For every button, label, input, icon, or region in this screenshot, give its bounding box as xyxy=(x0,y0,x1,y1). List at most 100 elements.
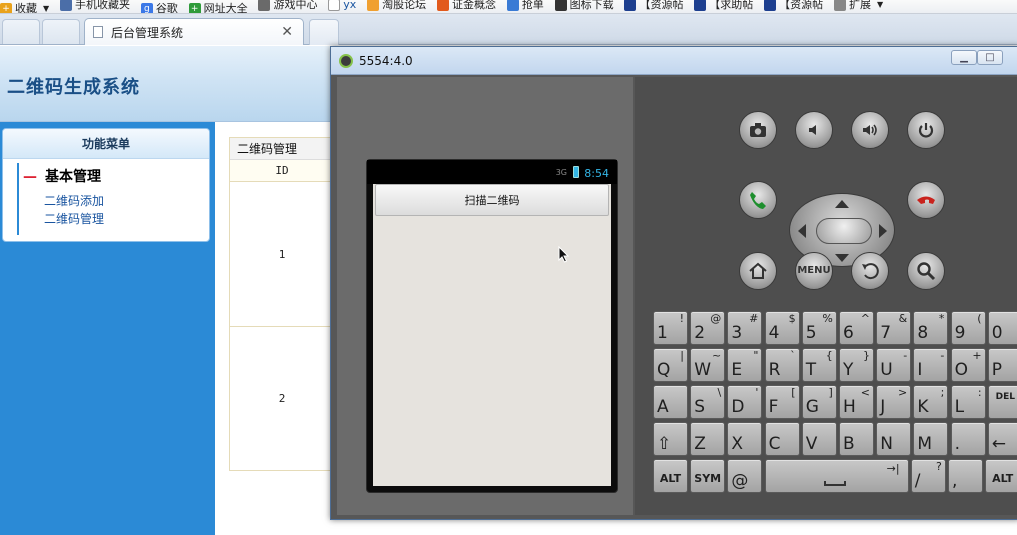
volume-down-button[interactable] xyxy=(795,111,833,149)
bookmark-item[interactable]: g 谷歌 xyxy=(140,2,178,13)
sidebar-item-add-qrcode[interactable]: 二维码添加 xyxy=(44,192,104,209)
key-g[interactable]: G] xyxy=(801,385,837,419)
key-t[interactable]: T{ xyxy=(801,348,837,382)
camera-button[interactable] xyxy=(739,111,777,149)
key-slash[interactable]: /? xyxy=(910,459,946,493)
key-del[interactable]: DEL xyxy=(987,385,1017,419)
key-period[interactable]: . xyxy=(950,422,986,456)
menu-button[interactable]: MENU xyxy=(795,252,833,290)
call-button[interactable] xyxy=(739,181,777,219)
key-sublabel: @ xyxy=(710,312,722,325)
key-3[interactable]: 3 # xyxy=(727,311,763,345)
key-k[interactable]: K; xyxy=(913,385,949,419)
key-h[interactable]: H < xyxy=(839,385,874,419)
key-f[interactable]: F[ xyxy=(764,385,800,419)
key-space[interactable]: →| xyxy=(764,459,909,493)
bookmark-item[interactable]: 淘股论坛 xyxy=(367,0,426,12)
key-z[interactable]: Z xyxy=(690,422,726,456)
key-y[interactable]: Y} xyxy=(839,348,874,382)
key-p[interactable]: P xyxy=(987,348,1017,382)
key-label: M xyxy=(917,434,933,454)
bookmark-item[interactable]: 【资源帖 xyxy=(764,0,823,12)
key-x[interactable]: X xyxy=(727,422,763,456)
key-0[interactable]: 0 xyxy=(987,311,1017,345)
key-q[interactable]: Q | xyxy=(653,348,688,382)
bookmark-item[interactable]: 扩展 ▼ xyxy=(833,0,883,12)
key-comma[interactable]: , xyxy=(948,459,983,493)
bookmark-item[interactable]: 【求助帖 xyxy=(694,0,753,12)
key-c[interactable]: C xyxy=(764,422,800,456)
bookmark-item[interactable]: yx xyxy=(328,0,356,12)
key-alt[interactable]: ALT xyxy=(985,459,1017,493)
mobile-icon[interactable] xyxy=(42,19,80,44)
arrow-up-icon[interactable] xyxy=(835,200,849,208)
key-7[interactable]: 7 & xyxy=(876,311,912,345)
key-v[interactable]: V xyxy=(801,422,837,456)
key-shift[interactable]: ⇧ xyxy=(653,422,688,456)
key-8[interactable]: 8 * xyxy=(913,311,949,345)
key-sublabel: & xyxy=(898,312,908,325)
key-label: G xyxy=(805,397,819,417)
key-at[interactable]: @ xyxy=(727,459,763,493)
bookmark-item[interactable]: 【资源帖 xyxy=(624,0,683,12)
camera-icon xyxy=(750,123,766,137)
table-row[interactable]: 2 xyxy=(230,327,334,471)
key-alt[interactable]: ALT xyxy=(653,459,688,493)
key-6[interactable]: 6 ^ xyxy=(839,311,874,345)
emulator-title: 5554:4.0 xyxy=(359,54,413,68)
key-u[interactable]: U- xyxy=(876,348,912,382)
key-r[interactable]: R ` xyxy=(764,348,800,382)
bookmark-item[interactable]: + 网址大全 xyxy=(188,2,248,13)
power-button[interactable] xyxy=(907,111,945,149)
back-button[interactable] xyxy=(851,252,889,290)
key-n[interactable]: N xyxy=(876,422,912,456)
new-tab-button[interactable] xyxy=(309,19,339,45)
menu-group-title[interactable]: — 基本管理 xyxy=(23,166,101,186)
bookmark-item[interactable]: 证金概念 xyxy=(436,0,496,12)
arrow-left-icon[interactable] xyxy=(798,224,806,238)
end-call-button[interactable] xyxy=(907,181,945,219)
key-m[interactable]: M xyxy=(913,422,949,456)
table-row[interactable]: 1 xyxy=(230,183,334,327)
emulator-titlebar[interactable]: 5554:4.0 ▁ □ xyxy=(331,47,1017,75)
key-b[interactable]: B xyxy=(839,422,874,456)
key-l[interactable]: L: xyxy=(950,385,986,419)
icon-download-icon xyxy=(554,0,567,11)
key-enter[interactable]: ← xyxy=(987,422,1017,456)
key-i[interactable]: I- xyxy=(913,348,949,382)
key-o[interactable]: O + xyxy=(950,348,986,382)
key-sym[interactable]: SYM xyxy=(690,459,726,493)
close-icon[interactable]: ✕ xyxy=(281,24,293,40)
key-5[interactable]: 5% xyxy=(801,311,837,345)
bookmark-item[interactable]: 游戏中心 xyxy=(258,0,317,12)
minimize-button[interactable]: ▁ xyxy=(951,50,977,65)
key-1[interactable]: 1! xyxy=(653,311,688,345)
key-w[interactable]: W ~ xyxy=(690,348,726,382)
arrow-right-icon[interactable] xyxy=(879,224,887,238)
maximize-button[interactable]: □ xyxy=(977,50,1003,65)
key-s[interactable]: S \ xyxy=(690,385,726,419)
volume-up-button[interactable] xyxy=(851,111,889,149)
key-a[interactable]: A xyxy=(653,385,688,419)
grid-icon xyxy=(833,0,846,11)
back-icon xyxy=(862,263,879,280)
app-screen: 扫描二维码 xyxy=(373,184,611,486)
key-4[interactable]: 4 $ xyxy=(764,311,800,345)
tab-admin[interactable]: 后台管理系统 ✕ xyxy=(84,18,304,45)
home-button[interactable] xyxy=(739,252,777,290)
bookmark-item[interactable]: 手机收藏夹 xyxy=(59,0,130,12)
cloud-icon[interactable] xyxy=(2,19,40,44)
search-button[interactable] xyxy=(907,252,945,290)
sidebar-item-manage-qrcode[interactable]: 二维码管理 xyxy=(44,210,104,227)
bookmark-item[interactable]: + 收藏 ▼ xyxy=(0,2,49,13)
key-9[interactable]: 9( xyxy=(950,311,986,345)
key-e[interactable]: E " xyxy=(727,348,763,382)
scan-qrcode-button[interactable]: 扫描二维码 xyxy=(375,184,609,216)
key-j[interactable]: J > xyxy=(876,385,912,419)
dpad-center-button[interactable] xyxy=(816,218,872,244)
bookmark-item[interactable]: 图标下载 xyxy=(554,0,614,12)
key-d[interactable]: D ' xyxy=(727,385,763,419)
bookmark-item[interactable]: 抢单 xyxy=(506,0,544,12)
key-2[interactable]: 2 @ xyxy=(690,311,726,345)
arrow-down-icon[interactable] xyxy=(835,254,849,262)
